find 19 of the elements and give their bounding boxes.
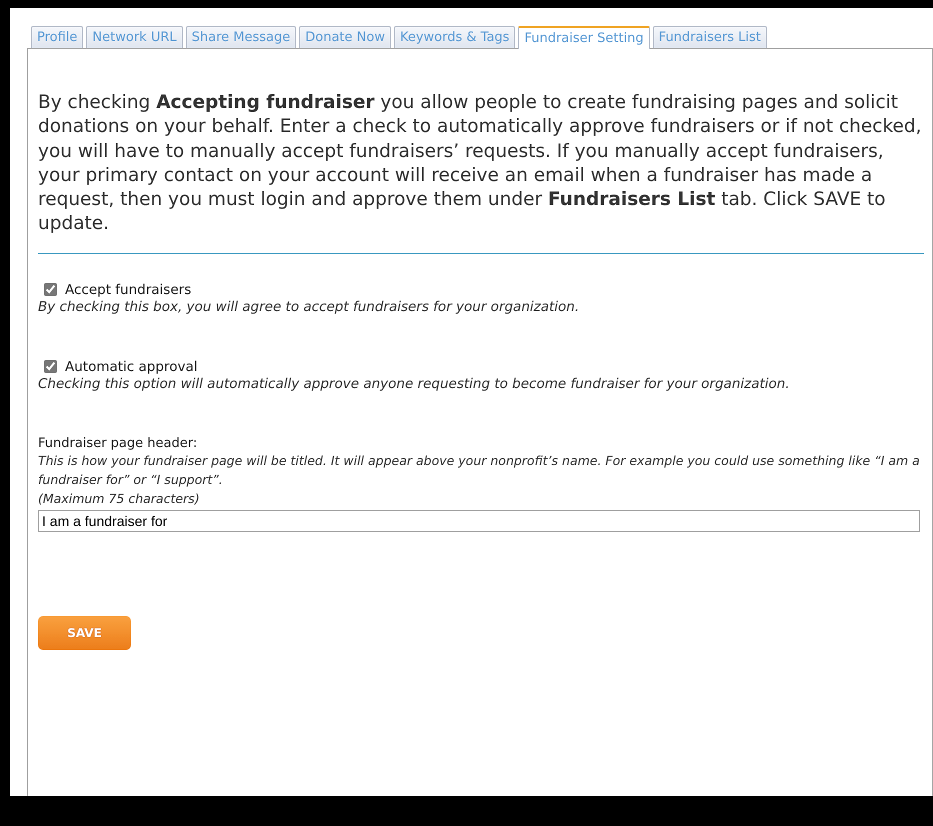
tab[interactable]: Share Message — [186, 26, 296, 48]
tab[interactable]: Fundraiser Setting — [518, 26, 650, 49]
option-description: By checking this box, you will agree to accept fundraisers for your organization. — [38, 298, 580, 317]
save-button[interactable]: SAVE — [38, 616, 131, 650]
option-description: Checking this option will automatically approve anyone requesting to become fundraiser for your organization. — [38, 374, 791, 394]
checkbox[interactable] — [44, 360, 57, 374]
tab[interactable]: Keywords & Tags — [394, 26, 516, 48]
tab[interactable]: Profile — [31, 26, 84, 48]
checkbox-label: Automatic approval — [65, 358, 198, 375]
tab[interactable]: Fundraisers List — [652, 26, 767, 48]
tab[interactable]: Network URL — [86, 26, 183, 48]
checkbox-label: Accept fundraisers — [65, 282, 192, 298]
header-input-field[interactable]: I am a fundraiser for — [38, 510, 920, 532]
tab[interactable]: Donate Now — [299, 26, 391, 48]
field-hint: This is how your fundraiser page will be titled. It will appear above your nonprofit’s name. For example you could use something like “I am a fundraiser for” or “I support”. — [38, 452, 921, 489]
field-label: Fundraiser page header: — [38, 436, 198, 451]
checkbox[interactable] — [44, 283, 57, 296]
intro-paragraph: By checking Accepting fundraiser you allow people to create fundraising pages and solicit donations on your behalf. Enter a check to automatically approve fundraisers or if not checked, you will have to manually accept fundraisers’ requests. If you manually accept fundraisers, your primary contact on your account will receive an email when a fundraiser has made a request, then you must login and approve them under Fundraisers List tab. Click SAVE to update. — [38, 91, 923, 236]
character-limit: (Maximum 75 characters) — [38, 490, 201, 508]
